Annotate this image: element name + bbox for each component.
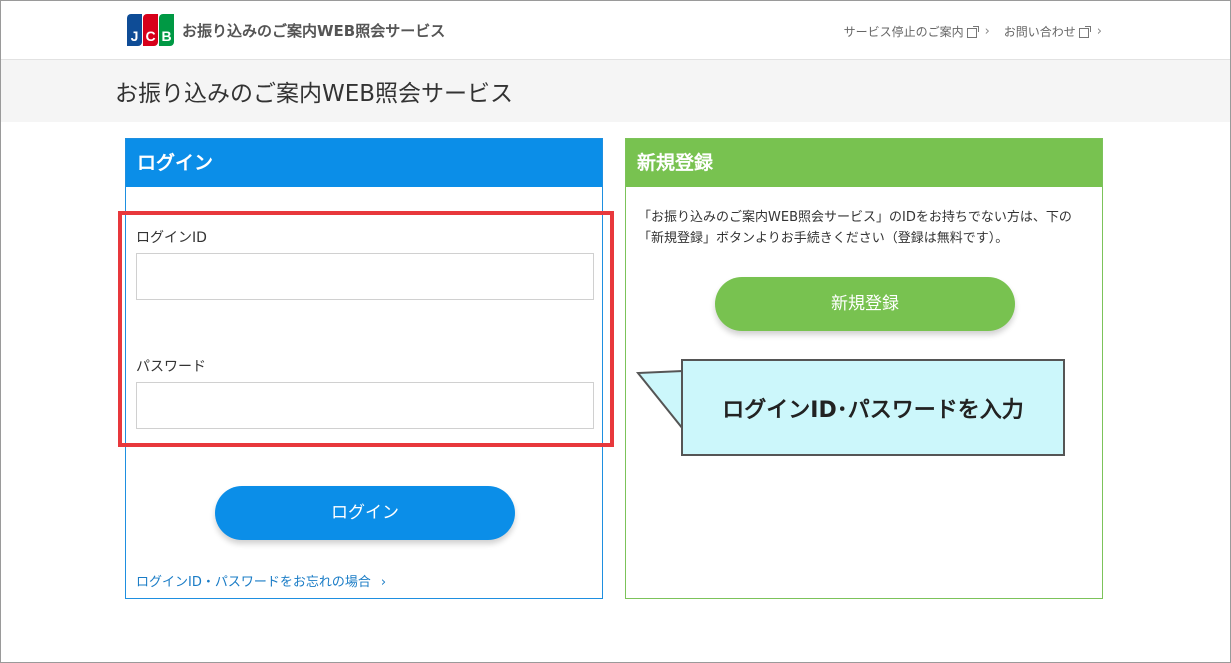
jcb-logo-icon: J C B bbox=[127, 14, 175, 46]
jcb-logo-j: J bbox=[127, 14, 142, 46]
title-band: お振り込みのご案内WEB照会サービス bbox=[1, 60, 1230, 122]
site-logo[interactable]: J C B お振り込みのご案内WEB照会サービス bbox=[127, 13, 445, 47]
password-label: パスワード bbox=[136, 359, 206, 375]
service-outage-label: サービス停止のご案内 bbox=[843, 25, 964, 39]
external-link-icon bbox=[1078, 25, 1091, 38]
external-link-icon bbox=[966, 25, 979, 38]
contact-link[interactable]: お問い合わせ › bbox=[1004, 23, 1102, 40]
register-panel-heading: 新規登録 bbox=[626, 139, 1102, 187]
browser-viewport: J C B お振り込みのご案内WEB照会サービス サービス停止のご案内 › お問… bbox=[0, 0, 1231, 663]
contact-label: お問い合わせ bbox=[1003, 25, 1076, 39]
header-nav: サービス停止のご案内 › お問い合わせ › bbox=[844, 23, 1102, 40]
page-title: お振り込みのご案内WEB照会サービス bbox=[115, 81, 514, 107]
login-panel-heading: ログイン bbox=[126, 139, 602, 187]
site-header: J C B お振り込みのご案内WEB照会サービス サービス停止のご案内 › お問… bbox=[1, 1, 1230, 60]
password-input[interactable] bbox=[136, 382, 594, 429]
callout-box: ログインID･パスワードを入力 bbox=[681, 359, 1065, 456]
login-button[interactable]: ログイン bbox=[215, 486, 515, 540]
jcb-logo-b: B bbox=[159, 14, 174, 46]
site-logo-text: お振り込みのご案内WEB照会サービス bbox=[182, 21, 446, 40]
forgot-credentials-link[interactable]: ログインID・パスワードをお忘れの場合 › bbox=[136, 571, 386, 590]
register-description: 「お振り込みのご案内WEB照会サービス」のIDをお持ちでない方は、下の「新規登録… bbox=[638, 210, 1072, 246]
chevron-right-icon: › bbox=[380, 575, 387, 590]
login-id-input[interactable] bbox=[136, 253, 594, 300]
service-outage-link[interactable]: サービス停止のご案内 › bbox=[844, 23, 990, 40]
chevron-right-icon: › bbox=[984, 24, 990, 39]
chevron-right-icon: › bbox=[1096, 24, 1102, 39]
forgot-credentials-label: ログインID・パスワードをお忘れの場合 bbox=[136, 575, 371, 590]
login-id-label: ログインID bbox=[136, 230, 207, 246]
callout-tail bbox=[635, 369, 685, 432]
register-button[interactable]: 新規登録 bbox=[715, 277, 1015, 331]
login-panel: ログイン ログインID パスワード ログイン ログインID・パスワードをお忘れの… bbox=[125, 138, 603, 599]
jcb-logo-c: C bbox=[143, 14, 158, 46]
